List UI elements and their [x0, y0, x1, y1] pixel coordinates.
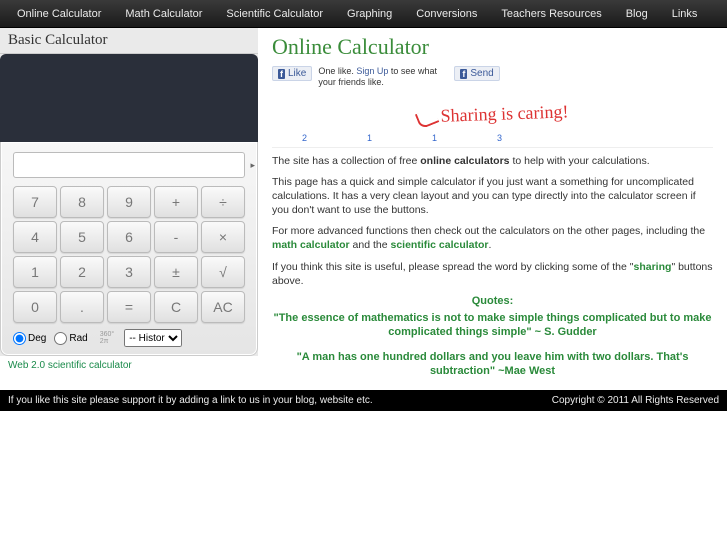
key-8[interactable]: 8 — [60, 186, 104, 218]
share-counts: 2 1 1 3 — [272, 133, 713, 148]
key-ac[interactable]: AC — [201, 291, 245, 323]
key-divide[interactable]: ÷ — [201, 186, 245, 218]
nav-link[interactable]: Graphing — [335, 0, 404, 28]
fb-send-button[interactable]: Send — [454, 66, 499, 81]
key-sqrt[interactable]: √ — [201, 256, 245, 288]
calc-input[interactable] — [13, 152, 245, 178]
page-title: Online Calculator — [272, 34, 713, 60]
left-column: Basic Calculator ▸ 7 8 9 + ÷ 4 5 6 - × 1 — [0, 28, 258, 388]
key-dot[interactable]: . — [60, 291, 104, 323]
key-equals[interactable]: = — [107, 291, 151, 323]
nav-link[interactable]: Conversions — [404, 0, 489, 28]
quotes-heading: Quotes: — [272, 295, 713, 307]
rad-radio[interactable] — [54, 332, 67, 345]
share-count[interactable]: 1 — [367, 133, 372, 143]
footer-right: Copyright © 2011 All Rights Reserved — [552, 395, 719, 406]
key-2[interactable]: 2 — [60, 256, 104, 288]
key-c[interactable]: C — [154, 291, 198, 323]
key-0[interactable]: 0 — [13, 291, 57, 323]
fb-like-button[interactable]: Like — [272, 66, 312, 81]
intro-p1: The site has a collection of free online… — [272, 154, 713, 168]
key-multiply[interactable]: × — [201, 221, 245, 253]
nav-link[interactable]: Blog — [614, 0, 660, 28]
fb-signup-link[interactable]: Sign Up — [356, 66, 388, 76]
footer: If you like this site please support it … — [0, 390, 727, 411]
calc-heading: Basic Calculator — [0, 28, 258, 54]
fb-like-text: One like. Sign Up to see what your frien… — [318, 66, 448, 88]
keypad: 7 8 9 + ÷ 4 5 6 - × 1 2 3 ± √ 0 . — [13, 186, 245, 323]
sci-calc-link[interactable]: scientific calculator — [390, 239, 488, 251]
history-select[interactable]: -- Histor — [124, 329, 182, 347]
fb-row: Like One like. Sign Up to see what your … — [272, 66, 713, 88]
key-3[interactable]: 3 — [107, 256, 151, 288]
quote-2: "A man has one hundred dollars and you l… — [272, 350, 713, 379]
math-calc-link[interactable]: math calculator — [272, 239, 350, 251]
share-count[interactable]: 1 — [432, 133, 437, 143]
key-plusminus[interactable]: ± — [154, 256, 198, 288]
key-6[interactable]: 6 — [107, 221, 151, 253]
nav-link[interactable]: Links — [660, 0, 710, 28]
right-column: Online Calculator Like One like. Sign Up… — [258, 28, 727, 388]
key-7[interactable]: 7 — [13, 186, 57, 218]
footer-left: If you like this site please support it … — [8, 395, 373, 406]
quote-1: "The essence of mathematics is not to ma… — [272, 311, 713, 340]
nav-link[interactable]: Math Calculator — [113, 0, 214, 28]
intro-p4: If you think this site is useful, please… — [272, 260, 713, 288]
key-9[interactable]: 9 — [107, 186, 151, 218]
angle-note-2pi: 2π — [100, 338, 114, 345]
key-5[interactable]: 5 — [60, 221, 104, 253]
share-count[interactable]: 2 — [302, 133, 307, 143]
deg-radio[interactable] — [13, 332, 26, 345]
nav-link[interactable]: Scientific Calculator — [214, 0, 335, 28]
share-count[interactable]: 3 — [497, 133, 502, 143]
key-minus[interactable]: - — [154, 221, 198, 253]
deg-label: Deg — [28, 333, 46, 344]
key-plus[interactable]: + — [154, 186, 198, 218]
intro-p3: For more advanced functions then check o… — [272, 224, 713, 252]
rad-label: Rad — [69, 333, 87, 344]
sharing-caring: Sharing is caring! — [272, 96, 713, 132]
sharing-word: sharing — [634, 261, 672, 273]
top-nav: Online Calculator Math Calculator Scient… — [0, 0, 727, 28]
intro-p2: This page has a quick and simple calcula… — [272, 175, 713, 218]
input-arrow-icon[interactable]: ▸ — [250, 160, 255, 171]
calc-display-area — [0, 54, 258, 142]
web20-link[interactable]: Web 2.0 scientific calculator — [0, 356, 140, 375]
nav-link[interactable]: Teachers Resources — [489, 0, 613, 28]
key-4[interactable]: 4 — [13, 221, 57, 253]
angle-note-360: 360° — [100, 331, 114, 338]
nav-link[interactable]: Online Calculator — [5, 0, 113, 28]
calc-body: ▸ 7 8 9 + ÷ 4 5 6 - × 1 2 3 ± √ — [0, 142, 258, 356]
key-1[interactable]: 1 — [13, 256, 57, 288]
